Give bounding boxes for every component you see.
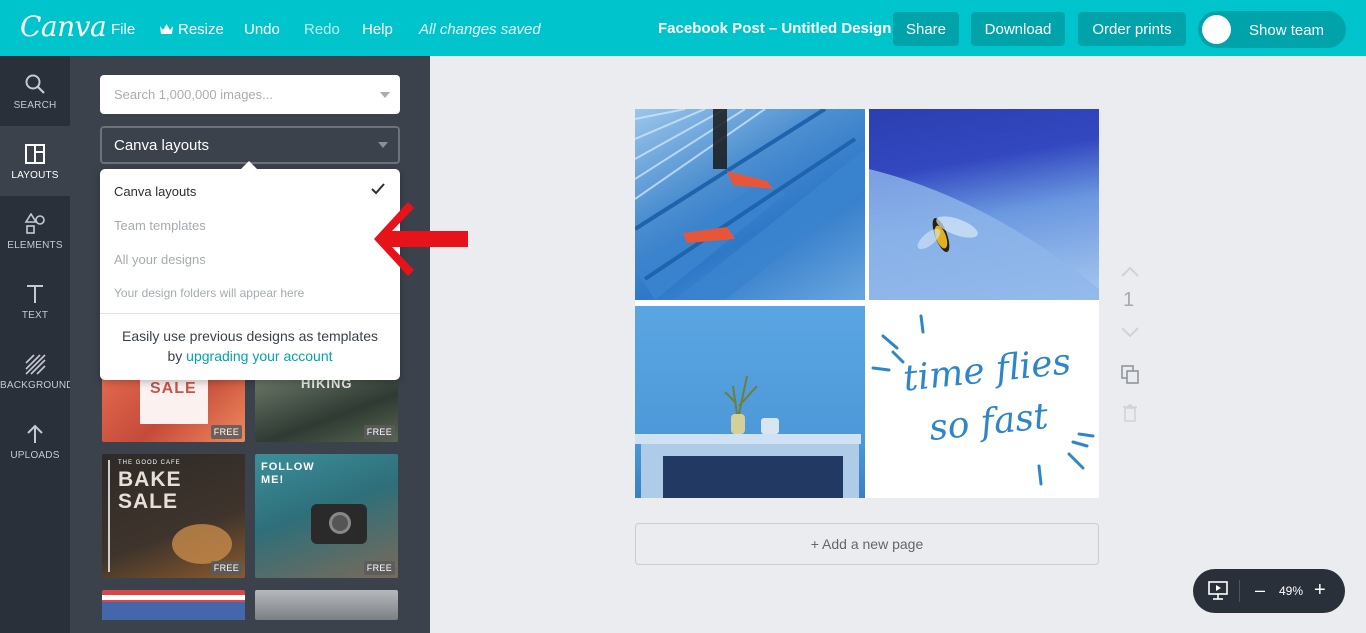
file-menu[interactable]: File [111,21,135,38]
page-number: 1 [1123,289,1135,311]
nav-text[interactable]: TEXT [0,266,70,336]
dropdown-divider [100,313,400,314]
top-bar: Canva File Resize Undo Redo Help All cha… [0,0,1366,56]
add-new-page-button[interactable]: + Add a new page [635,523,1099,565]
zoom-out-button[interactable]: – [1255,580,1265,601]
red-arrow-annotation [374,202,468,276]
document-title[interactable]: Facebook Post – Untitled Design [658,20,891,37]
nav-uploads-label: UPLOADS [10,450,60,461]
nav-layouts-label: LAYOUTS [11,170,59,181]
redo-button[interactable]: Redo [304,21,340,38]
free-badge: FREE [210,561,242,575]
photo-table[interactable] [635,306,865,498]
nav-search-label: SEARCH [13,100,57,111]
zoom-level[interactable]: 49% [1279,584,1303,598]
download-button[interactable]: Download [971,12,1065,46]
thumb-title: FOLLOW [261,461,315,473]
show-team-toggle[interactable]: Show team [1198,11,1346,48]
resize-button[interactable]: Resize [159,21,224,38]
dropdown-folders-hint: Your design folders will appear here [114,286,305,300]
resize-label: Resize [178,21,224,38]
template-thumb[interactable] [102,590,245,620]
thumb-title: BAKE [118,468,182,491]
zoom-in-button[interactable]: + [1314,579,1326,602]
upgrade-account-link[interactable]: upgrading your account [186,348,332,364]
shapes-icon [24,213,45,234]
photo-stairs[interactable] [635,109,865,300]
canva-logo[interactable]: Canva [20,10,107,43]
template-thumb[interactable]: HIKING FREE [255,374,398,442]
layout-source-select[interactable]: Canva layouts [100,126,400,164]
copy-page-icon[interactable] [1120,364,1140,384]
crown-icon [160,24,173,34]
zoom-separator [1239,580,1240,602]
thumb-title: SALE [118,490,179,513]
toggle-knob [1202,15,1231,44]
thumb-title: SALE [150,380,197,397]
left-nav: SEARCH LAYOUTS ELEMENTS TEXT BACKGROUND … [0,56,74,633]
delete-page-icon[interactable] [1122,404,1138,422]
share-button[interactable]: Share [893,12,959,46]
text-icon [27,285,43,303]
nav-elements[interactable]: ELEMENTS [0,196,70,266]
move-page-up-icon[interactable] [1121,266,1139,278]
layout-source-dropdown: Canva layouts Team templates All your de… [100,161,400,380]
thumb-title: ME! [261,474,285,486]
upgrade-note-prefix: by [167,348,183,364]
dropdown-item-canva-layouts[interactable]: Canva layouts [114,184,196,199]
dropdown-upgrade-note: Easily use previous designs as templates… [100,326,400,366]
layouts-icon [25,144,45,164]
background-icon [25,354,46,375]
design-page[interactable]: time flies so fast [635,109,1099,498]
nav-elements-label: ELEMENTS [7,240,63,251]
layout-source-value: Canva layouts [114,137,210,154]
free-badge: FREE [363,561,395,575]
move-page-down-icon[interactable] [1121,326,1139,338]
order-prints-button[interactable]: Order prints [1078,12,1186,46]
image-search [100,75,400,114]
template-thumb[interactable]: THE GOOD CAFE BAKE SALE FREE [102,454,245,578]
upload-arrow-icon [27,424,43,443]
magnifier-icon [25,74,45,94]
zoom-control: – 49% + [1193,569,1345,613]
help-menu[interactable]: Help [362,21,393,38]
nav-background-label: BACKGROUND [0,380,74,391]
chevron-down-icon[interactable] [380,92,390,98]
nav-search[interactable]: SEARCH [0,56,70,126]
nav-uploads[interactable]: UPLOADS [0,406,70,476]
quote-tile[interactable]: time flies so fast [869,306,1099,498]
chevron-down-icon [378,142,388,148]
dropdown-item-team-templates[interactable]: Team templates [114,218,206,233]
undo-button[interactable]: Undo [244,21,280,38]
save-status: All changes saved [419,21,541,38]
nav-background[interactable]: BACKGROUND [0,336,74,406]
dropdown-item-all-designs[interactable]: All your designs [114,252,206,267]
image-search-input[interactable] [100,75,370,114]
photo-bee[interactable] [869,109,1099,300]
nav-text-label: TEXT [21,310,49,321]
nav-layouts[interactable]: LAYOUTS [0,126,70,196]
thumb-subtitle: THE GOOD CAFE [118,460,181,466]
free-badge: FREE [363,425,395,439]
show-team-label: Show team [1249,22,1325,39]
template-thumb[interactable]: FOLLOW ME! FREE [255,454,398,578]
checkmark-icon [371,183,385,195]
upgrade-note-text: Easily use previous designs as templates [121,328,379,344]
present-icon[interactable] [1207,581,1229,601]
free-badge: FREE [210,425,242,439]
template-thumb[interactable]: SALE FREE [102,374,245,442]
template-thumb[interactable] [255,590,398,620]
